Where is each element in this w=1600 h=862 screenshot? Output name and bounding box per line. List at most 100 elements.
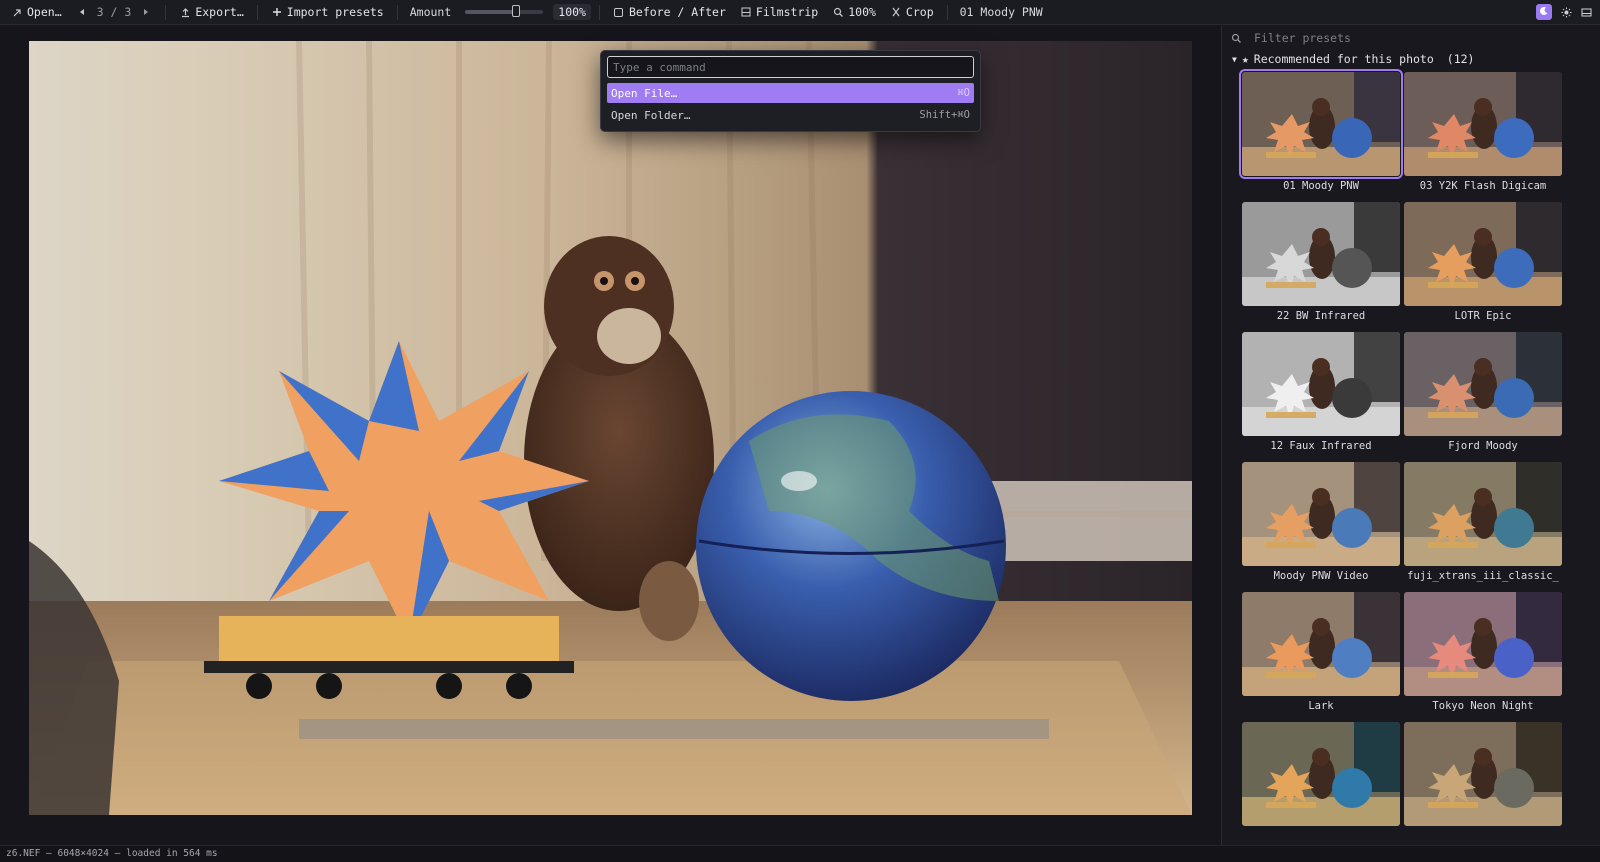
amount-slider[interactable]	[465, 5, 544, 17]
preset-thumbnail[interactable]	[1404, 462, 1562, 566]
preset-thumbnail-image	[1404, 722, 1562, 826]
preset-thumbnail[interactable]	[1404, 332, 1562, 436]
checkbox-icon	[613, 6, 625, 18]
preset-thumbnail[interactable]	[1404, 722, 1562, 826]
export-icon	[179, 6, 191, 18]
image-index: 3 / 3	[96, 5, 132, 19]
amount-label: Amount	[409, 5, 452, 19]
preset-filter	[1222, 26, 1600, 50]
triangle-right-icon	[140, 6, 152, 18]
search-icon	[832, 6, 844, 18]
preset-thumbnail[interactable]	[1239, 69, 1403, 179]
toolbar-divider	[396, 4, 398, 20]
sun-icon[interactable]	[1560, 6, 1572, 18]
preset-thumbnail-image	[1242, 202, 1400, 306]
preset-card[interactable]: fuji_xtrans_iii_classic_	[1404, 462, 1562, 592]
presets-panel: ▼ ★ Recommended for this photo (12) 01 M…	[1221, 26, 1600, 845]
preset-thumbnail[interactable]	[1404, 592, 1562, 696]
preset-thumbnail[interactable]	[1404, 202, 1562, 306]
toolbar-right-controls	[1536, 4, 1592, 20]
open-button[interactable]: Open…	[6, 3, 67, 21]
preset-label: 01 Moody PNW	[1283, 180, 1359, 192]
star-icon: ★	[1241, 52, 1249, 66]
preset-label: 03 Y2K Flash Digicam	[1419, 180, 1547, 192]
command-open-folder[interactable]: Open Folder… Shift+⌘O	[607, 105, 974, 125]
theme-toggle-button[interactable]	[1536, 4, 1552, 20]
open-button-label: Open…	[27, 5, 62, 19]
crop-label: Crop	[905, 5, 934, 19]
photo-image	[29, 41, 1192, 815]
preset-thumbnail-image	[1242, 722, 1400, 826]
preset-thumbnail[interactable]	[1242, 722, 1400, 826]
toolbar-divider	[946, 4, 948, 20]
export-button[interactable]: Export…	[174, 3, 248, 21]
before-after-label: Before / After	[628, 5, 726, 19]
preset-card[interactable]: 03 Y2K Flash Digicam	[1404, 72, 1562, 202]
image-canvas[interactable]: Open File… ⌘O Open Folder… Shift+⌘O	[0, 26, 1220, 845]
next-image-button[interactable]	[135, 4, 157, 20]
preset-card[interactable]	[1404, 722, 1562, 845]
search-icon	[1230, 32, 1242, 44]
toolbar: Open… 3 / 3 Export… Import presets Amoun…	[0, 0, 1600, 25]
command-label: Open Folder…	[611, 108, 691, 122]
preset-card[interactable]: Moody PNW Video	[1242, 462, 1400, 592]
amount-slider-thumb[interactable]	[511, 5, 520, 17]
preset-label: 12 Faux Infrared	[1270, 440, 1372, 452]
preset-card[interactable]: LOTR Epic	[1404, 202, 1562, 332]
panel-toggle-icon[interactable]	[1580, 6, 1592, 18]
filmstrip-icon	[740, 6, 752, 18]
amount-slider-fill	[465, 10, 516, 14]
preset-card[interactable]: 22 BW Infrared	[1242, 202, 1400, 332]
status-text: z6.NEF — 6048×4024 — loaded in 564 ms	[6, 848, 218, 859]
preset-thumbnail[interactable]	[1242, 202, 1400, 306]
preset-thumbnail[interactable]	[1242, 332, 1400, 436]
preset-thumbnail-image	[1404, 592, 1562, 696]
command-input[interactable]	[607, 56, 974, 78]
preset-thumbnail[interactable]	[1242, 462, 1400, 566]
preset-label: Moody PNW Video	[1273, 570, 1369, 582]
zoom-button[interactable]: 100%	[827, 3, 881, 21]
current-preset-name: 01 Moody PNW	[959, 5, 1043, 19]
crop-button[interactable]: Crop	[885, 3, 939, 21]
preset-thumbnail[interactable]	[1242, 592, 1400, 696]
command-palette: Open File… ⌘O Open Folder… Shift+⌘O	[600, 50, 981, 132]
preset-label: 22 BW Infrared	[1276, 310, 1366, 322]
preset-card[interactable]: Lark	[1242, 592, 1400, 722]
preset-card[interactable]	[1242, 722, 1400, 845]
photo-preview[interactable]	[29, 41, 1192, 815]
preset-card[interactable]: Fjord Moody	[1404, 332, 1562, 462]
section-count: (12)	[1446, 52, 1475, 66]
preset-card[interactable]: 12 Faux Infrared	[1242, 332, 1400, 462]
command-shortcut: Shift+⌘O	[919, 109, 970, 121]
before-after-toggle[interactable]: Before / After	[608, 3, 731, 21]
preset-thumbnail-image	[1404, 202, 1562, 306]
filter-presets-input[interactable]	[1252, 30, 1556, 46]
open-file-icon	[11, 6, 23, 18]
preset-thumbnail-image	[1404, 72, 1562, 176]
moon-icon	[1539, 5, 1549, 19]
export-button-label: Export…	[195, 5, 244, 19]
preset-label: fuji_xtrans_iii_classic_	[1407, 570, 1559, 582]
preset-label: LOTR Epic	[1454, 310, 1512, 322]
import-presets-button[interactable]: Import presets	[266, 3, 389, 21]
preset-thumbnail-image	[1242, 592, 1400, 696]
preset-thumbnail-image	[1242, 462, 1400, 566]
command-label: Open File…	[611, 86, 678, 100]
command-shortcut: ⌘O	[957, 87, 970, 99]
preset-grid: 01 Moody PNW 03 Y2K Flash Digicam 22 BW In…	[1222, 68, 1600, 845]
preset-card[interactable]: 01 Moody PNW	[1239, 69, 1403, 202]
preset-card[interactable]: Tokyo Neon Night	[1404, 592, 1562, 722]
command-open-file[interactable]: Open File… ⌘O	[607, 83, 974, 103]
preset-thumbnail[interactable]	[1404, 72, 1562, 176]
chevron-down-icon: ▼	[1232, 54, 1237, 64]
amount-value[interactable]: 100%	[553, 4, 591, 20]
filmstrip-toggle[interactable]: Filmstrip	[735, 3, 823, 21]
plus-icon	[271, 6, 283, 18]
zoom-label: 100%	[848, 5, 876, 19]
toolbar-divider	[165, 4, 167, 20]
prev-image-button[interactable]	[71, 4, 93, 20]
preset-thumbnail-image	[1242, 332, 1400, 436]
preset-label: Fjord Moody	[1448, 440, 1518, 452]
toolbar-divider	[598, 4, 600, 20]
recommended-section-header[interactable]: ▼ ★ Recommended for this photo (12)	[1222, 50, 1600, 68]
